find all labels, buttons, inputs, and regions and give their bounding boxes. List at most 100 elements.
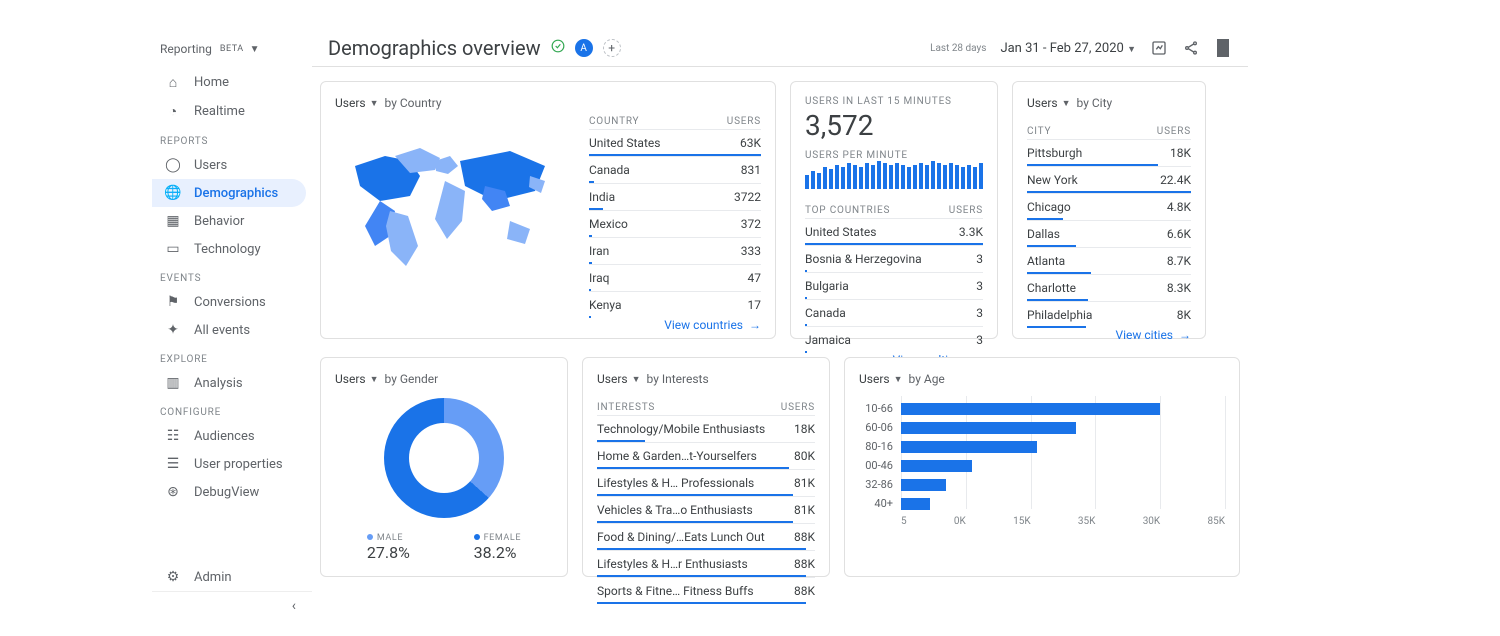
- collapse-sidebar-button[interactable]: ‹: [152, 591, 312, 620]
- table-header: USERS: [949, 205, 983, 216]
- dimension-label: by Country: [385, 96, 442, 110]
- gender-donut-chart: [384, 398, 504, 518]
- age-bar-row: 60-06: [859, 421, 1225, 434]
- table-row: New York22.4K: [1027, 166, 1191, 193]
- sidebar-item-behavior[interactable]: ▦Behavior: [152, 207, 306, 235]
- sidebar-item-demographics[interactable]: 🌐 Demographics: [152, 179, 306, 207]
- table-row: Iraq47: [589, 264, 761, 291]
- age-bar-chart: 10-6660-0680-1600-4632-8640+ 50K15K35K30…: [859, 396, 1225, 527]
- age-bar-row: 10-66: [859, 402, 1225, 415]
- world-map: [335, 110, 575, 318]
- date-range-picker[interactable]: Jan 31 - Feb 27, 2020 ▼: [1000, 41, 1136, 56]
- card-users-by-interests: Users▼ by Interests INTERESTS USERS Techn…: [582, 357, 830, 577]
- card-users-by-country: Users▼ by Country: [320, 81, 776, 339]
- sidebar-item-label: Analysis: [194, 376, 243, 391]
- table-row: Mexico372: [589, 210, 761, 237]
- main: Demographics overview A + Last 28 days J…: [312, 30, 1248, 620]
- sidebar-item-home[interactable]: ⌂Home: [152, 68, 306, 97]
- sidebar-item-label: Admin: [194, 570, 232, 585]
- table-row: Food & Dining/…Eats Lunch Out88K: [597, 523, 815, 550]
- dimension-label: by Gender: [385, 372, 439, 386]
- realtime-icon: ◔: [164, 103, 182, 120]
- sidebar-item-technology[interactable]: ▭ Technology: [152, 235, 306, 263]
- add-comparison-button[interactable]: +: [603, 39, 621, 57]
- dimension-label: by Interests: [647, 372, 709, 386]
- sidebar-item-conversions[interactable]: ⚑Conversions: [152, 288, 306, 316]
- card-users-by-gender: Users▼ by Gender MALE27.8% FEMALE38.2%: [320, 357, 568, 577]
- globe-icon: 🌐: [164, 185, 182, 201]
- sidebar-item-label: Technology: [194, 242, 261, 257]
- sidebar-item-analysis[interactable]: ▥ Analysis: [152, 369, 306, 397]
- props-icon: ☰: [164, 456, 182, 472]
- users-per-minute-label: USERS PER MINUTE: [805, 150, 983, 161]
- sidebar-item-admin[interactable]: ⚙ Admin: [152, 563, 306, 591]
- chevron-down-icon: ▼: [250, 44, 260, 55]
- analysis-icon: ▥: [164, 375, 182, 391]
- table-header: TOP COUNTRIES: [805, 205, 890, 216]
- sidebar-item-realtime[interactable]: ◔ Realtime: [152, 97, 306, 126]
- metric-dropdown[interactable]: Users▼: [335, 96, 379, 110]
- share-icon[interactable]: [1182, 39, 1200, 57]
- table-row: Vehicles & Tra…o Enthusiasts81K: [597, 496, 815, 523]
- sidebar-item-debugview[interactable]: ⊛DebugView: [152, 478, 306, 506]
- table-row: Iran333: [589, 237, 761, 264]
- age-bar-row: 32-86: [859, 478, 1225, 491]
- view-countries-link[interactable]: View countries →: [664, 318, 761, 332]
- realtime-label: USERS IN LAST 15 MINUTES: [805, 96, 983, 107]
- table-row: Technology/Mobile Enthusiasts18K: [597, 415, 815, 442]
- dimension-label: by City: [1077, 96, 1113, 110]
- sidebar-item-label: Conversions: [194, 295, 266, 310]
- legend-male: MALE27.8%: [367, 530, 410, 562]
- sidebar-item-audiences[interactable]: ☷Audiences: [152, 422, 306, 450]
- page-title: Demographics overview: [328, 36, 541, 60]
- sidebar-item-label: All events: [194, 323, 250, 338]
- table-row: Charlotte8.3K: [1027, 274, 1191, 301]
- table-row: Chicago4.8K: [1027, 193, 1191, 220]
- realtime-users-value: 3,572: [805, 109, 983, 142]
- arrow-right-icon: →: [749, 318, 761, 332]
- topbar: Demographics overview A + Last 28 days J…: [312, 30, 1248, 67]
- right-panel-icon[interactable]: [1214, 39, 1232, 57]
- chevron-left-icon: ‹: [292, 598, 296, 614]
- user-icon: ◯: [164, 157, 182, 173]
- date-range-label: Last 28 days: [930, 43, 986, 54]
- metric-dropdown[interactable]: Users▼: [859, 372, 903, 386]
- gear-icon: ⚙: [164, 569, 182, 585]
- reporting-selector[interactable]: Reporting BETA ▼: [152, 42, 312, 68]
- sidebar-item-label: Demographics: [194, 186, 278, 201]
- card-users-by-age: Users▼ by Age 10-6660-0680-1600-4632-864…: [844, 357, 1240, 577]
- sidebar-section-header: EVENTS: [152, 263, 312, 288]
- table-row: Kenya17: [589, 291, 761, 318]
- table-row: Canada831: [589, 156, 761, 183]
- table-header: USERS: [781, 402, 815, 413]
- home-icon: ⌂: [164, 74, 182, 91]
- table-row: Philadelphia8K: [1027, 301, 1191, 328]
- sidebar-item-label: Users: [194, 158, 227, 173]
- device-icon: ▭: [164, 241, 182, 257]
- table-row: United States63K: [589, 129, 761, 156]
- card-users-by-city: Users▼ by City CITYUSERS Pittsburgh18KNe…: [1012, 81, 1206, 339]
- table-row: United States3.3K: [805, 218, 983, 245]
- view-cities-link[interactable]: View cities →: [1115, 328, 1191, 342]
- sidebar-item-users[interactable]: ◯ Users: [152, 151, 306, 179]
- table-header: INTERESTS: [597, 402, 655, 413]
- age-bar-row: 80-16: [859, 440, 1225, 453]
- sidebar-item-all-events[interactable]: ✦All events: [152, 316, 306, 344]
- metric-dropdown[interactable]: Users▼: [335, 372, 379, 386]
- table-row: Dallas6.6K: [1027, 220, 1191, 247]
- metric-dropdown[interactable]: Users▼: [597, 372, 641, 386]
- avatar[interactable]: A: [575, 39, 593, 57]
- table-row: Sports & Fitne… Fitness Buffs88K: [597, 577, 815, 604]
- sidebar-item-label: DebugView: [194, 485, 259, 500]
- sidebar-item-label: Audiences: [194, 429, 255, 444]
- table-header: USERS: [727, 116, 761, 127]
- content: Users▼ by Country: [312, 67, 1248, 620]
- sidebar-item-label: User properties: [194, 457, 283, 472]
- sidebar-item-label: Realtime: [194, 104, 245, 119]
- metric-dropdown[interactable]: Users▼: [1027, 96, 1071, 110]
- insights-icon[interactable]: [1150, 39, 1168, 57]
- legend-female: FEMALE38.2%: [474, 530, 521, 562]
- table-row: Home & Garden…t-Yourselfers80K: [597, 442, 815, 469]
- sidebar-section-header: REPORTS: [152, 126, 312, 151]
- sidebar-item-user-properties[interactable]: ☰ User properties: [152, 450, 306, 478]
